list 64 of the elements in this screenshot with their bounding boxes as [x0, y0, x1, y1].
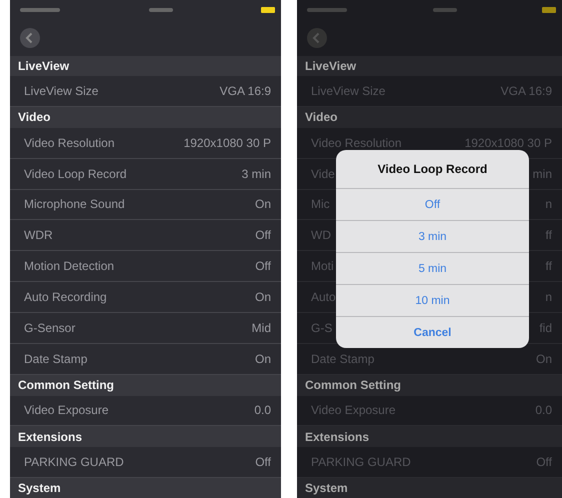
section-header: Common Setting	[10, 375, 281, 396]
setting-value: On	[254, 290, 271, 304]
setting-value: Off	[255, 454, 271, 469]
setting-value: 0.0	[254, 403, 271, 418]
setting-label: WDR	[24, 228, 53, 242]
setting-label: Date Stamp	[24, 352, 88, 366]
back-icon[interactable]	[307, 28, 327, 48]
setting-value: VGA 16:9	[500, 84, 552, 98]
section-header: Video	[10, 107, 281, 128]
setting-label: WD	[311, 228, 331, 242]
setting-value: 3 min	[242, 166, 271, 181]
setting-value: On	[254, 197, 271, 212]
dialog-title: Video Loop Record	[376, 161, 488, 178]
option-button[interactable]: Off	[336, 188, 529, 220]
cancel-button[interactable]: Cancel	[336, 316, 529, 348]
setting-value: min	[532, 166, 552, 181]
section-header: Extensions	[297, 426, 562, 447]
setting-label: Auto	[311, 290, 336, 304]
setting-value: 0.0	[535, 403, 552, 418]
section-header: Video	[297, 107, 562, 128]
setting-value: 1920x1080 30 P	[184, 136, 271, 150]
back-icon[interactable]	[20, 28, 40, 48]
setting-label: Video Exposure	[311, 403, 396, 418]
setting-label: G-Sensor	[24, 321, 76, 336]
setting-value: ff	[546, 259, 552, 274]
setting-label: Motion Detection	[24, 259, 114, 274]
section-header: System	[297, 478, 562, 498]
setting-label: Date Stamp	[311, 352, 374, 366]
setting-label: Video Exposure	[24, 403, 109, 418]
battery-icon	[261, 6, 275, 13]
setting-label: Video Loop Record	[24, 166, 127, 181]
setting-value: Off	[255, 259, 271, 274]
setting-label: PARKING GUARD	[311, 454, 411, 469]
setting-value: Off	[536, 454, 552, 469]
option-button[interactable]: 5 min	[336, 252, 529, 284]
setting-value: Off	[255, 228, 271, 242]
section-header: Extensions	[10, 426, 281, 447]
section-header: System	[10, 478, 281, 498]
setting-label: Video Resolution	[24, 136, 115, 150]
setting-label: LiveView Size	[24, 84, 98, 98]
setting-value: 1920x1080 30 P	[464, 136, 552, 150]
setting-value: On	[254, 352, 271, 366]
setting-label: LiveView Size	[311, 84, 386, 98]
section-header: LiveView	[297, 56, 562, 76]
setting-value: ff	[546, 228, 552, 242]
setting-value: n	[545, 290, 552, 304]
setting-label: PARKING GUARD	[24, 454, 124, 469]
battery-icon	[542, 6, 556, 13]
section-header: LiveView	[10, 56, 281, 76]
setting-label: G-S	[311, 321, 332, 336]
setting-label: Video Resolution	[311, 136, 402, 150]
option-button[interactable]: 3 min	[336, 220, 529, 252]
setting-value: n	[545, 197, 552, 212]
setting-value: fid	[539, 321, 552, 336]
section-header: Common Setting	[297, 375, 562, 396]
setting-label: Vide	[311, 166, 335, 181]
setting-value: Mid	[252, 321, 271, 336]
option-button[interactable]: 10 min	[336, 284, 529, 316]
setting-value: On	[536, 352, 552, 366]
setting-label: Microphone Sound	[24, 197, 125, 212]
setting-value: VGA 16:9	[220, 84, 271, 98]
setting-label: Mic	[311, 197, 330, 212]
setting-label: Moti	[311, 259, 334, 274]
setting-label: Auto Recording	[24, 290, 107, 304]
